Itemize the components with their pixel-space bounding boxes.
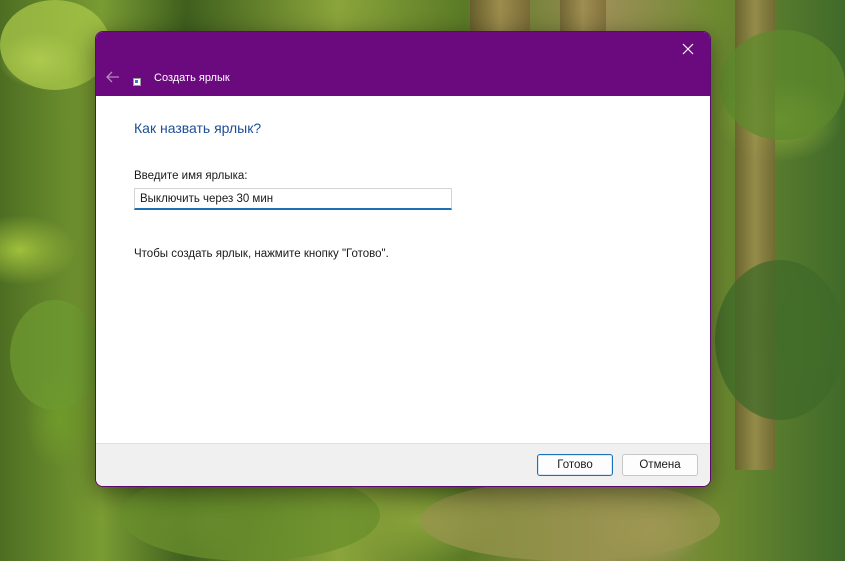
close-button[interactable] (672, 36, 704, 62)
wallpaper-decoration (10, 300, 100, 410)
close-icon (682, 43, 694, 55)
dialog-footer: Готово Отмена (96, 443, 710, 486)
back-arrow-icon (106, 71, 119, 83)
wizard-content: Как назвать ярлык? Введите имя ярлыка: Ч… (96, 96, 710, 443)
wallpaper-decoration (715, 260, 845, 420)
wallpaper-decoration (720, 30, 845, 140)
finish-hint-text: Чтобы создать ярлык, нажмите кнопку "Гот… (134, 248, 389, 260)
desktop-wallpaper: Создать ярлык Как назвать ярлык? Введите… (0, 0, 845, 561)
shortcut-icon (133, 78, 141, 86)
page-heading: Как назвать ярлык? (134, 120, 262, 136)
title-bar: Создать ярлык (96, 32, 710, 96)
shortcut-name-label: Введите имя ярлыка: (134, 170, 248, 182)
finish-button[interactable]: Готово (537, 454, 613, 476)
window-title: Создать ярлык (154, 72, 230, 84)
create-shortcut-dialog: Создать ярлык Как назвать ярлык? Введите… (95, 31, 711, 487)
shortcut-name-input[interactable] (134, 188, 452, 210)
cancel-button[interactable]: Отмена (622, 454, 698, 476)
wallpaper-decoration (0, 0, 110, 90)
wallpaper-decoration (420, 480, 720, 561)
back-button[interactable] (102, 68, 124, 86)
